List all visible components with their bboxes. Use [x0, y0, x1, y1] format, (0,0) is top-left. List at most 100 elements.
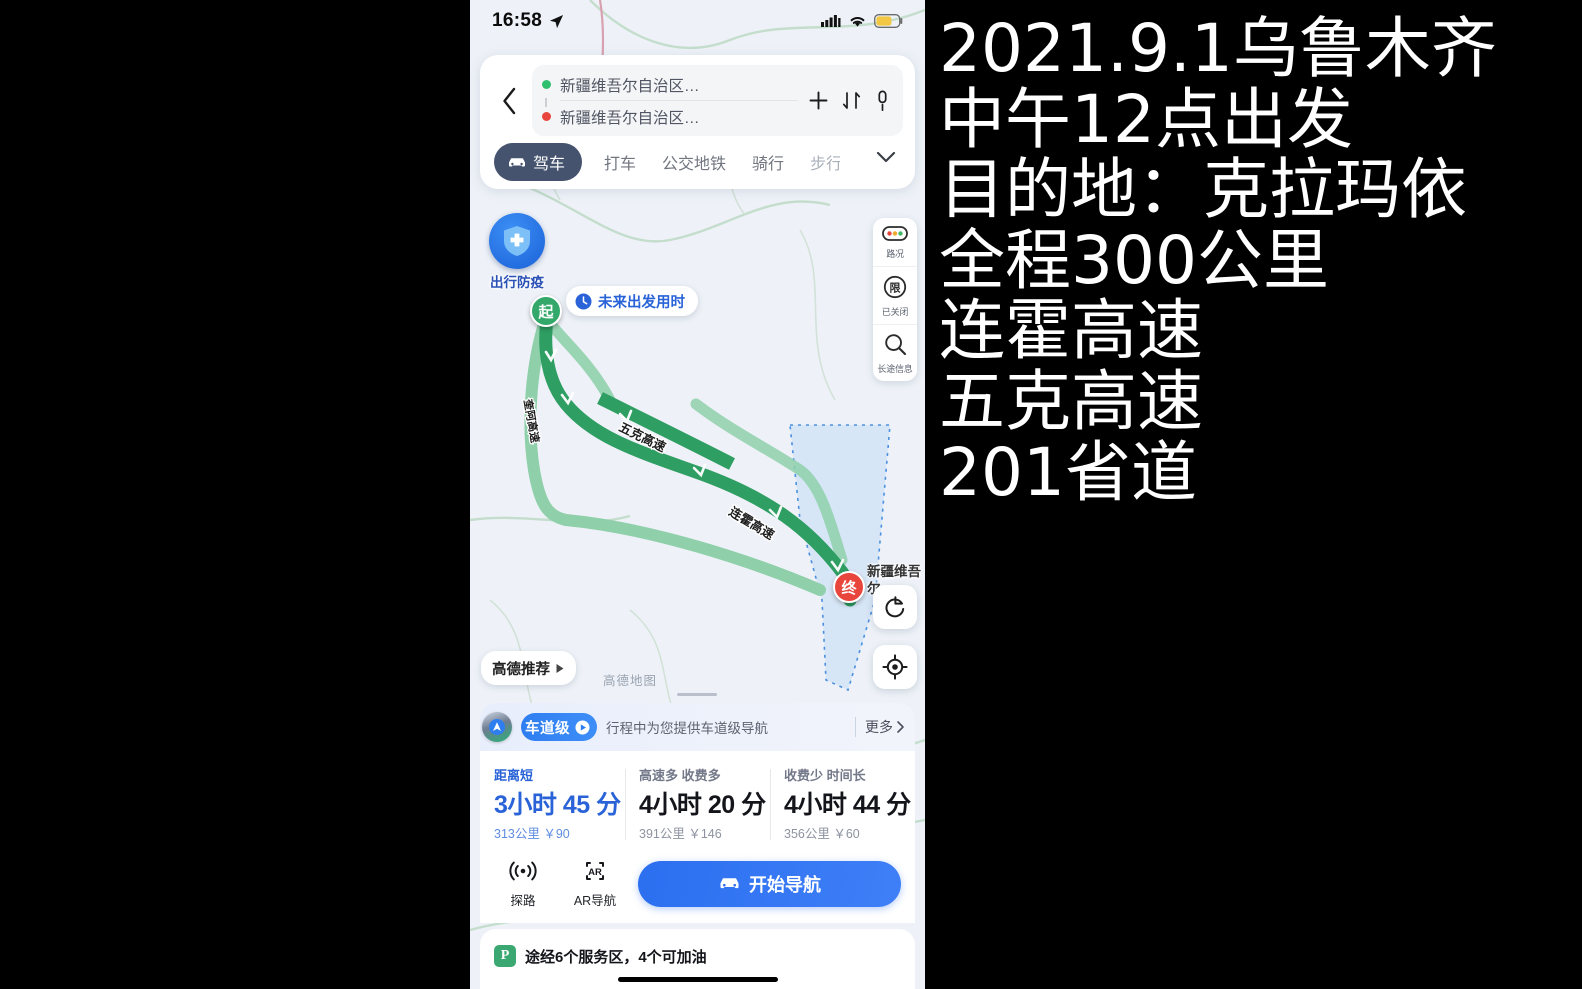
map-tool-longdistance[interactable]: 长途信息 [873, 324, 917, 381]
tab-walking[interactable]: 步行 [810, 144, 840, 180]
status-bar: 16:58 [470, 0, 925, 42]
svg-text:限: 限 [890, 280, 901, 294]
tab-driving[interactable]: 驾车 [494, 143, 583, 181]
annotation-text-panel: 2021.9.1乌鲁木齐 中午12点出发 目的地：克拉玛依 全程300公里 连霍… [925, 0, 1582, 989]
start-dot-icon [542, 80, 551, 89]
location-arrow-icon [550, 14, 564, 28]
broadcast-icon [509, 861, 537, 881]
lane-level-chip[interactable]: 车道级 [521, 713, 597, 741]
battery-low-power-icon [874, 14, 903, 28]
back-button[interactable] [492, 78, 526, 124]
start-point-value: 新疆维吾尔自治区… [560, 77, 700, 95]
tab-driving-label: 驾车 [533, 156, 566, 173]
service-area-info[interactable]: P 途经6个服务区，4个可加油 [480, 929, 915, 989]
map-tool-restriction-label: 已关闭 [881, 307, 909, 317]
note-line-6: 201省道 [939, 433, 1197, 511]
route-option-2-detail: 356公里 ￥60 [784, 827, 860, 841]
cellular-signal-icon [821, 15, 841, 27]
start-navigation-button[interactable]: 开始导航 [638, 860, 901, 907]
refresh-button[interactable] [873, 585, 917, 629]
locate-target-icon [882, 654, 908, 680]
svg-text:AR: AR [588, 867, 602, 878]
traffic-light-icon [882, 226, 908, 241]
field-actions [798, 90, 895, 112]
note-line-0: 2021.9.1乌鲁木齐 [939, 10, 1497, 87]
phone-screenshot: 五克高速 连霍高速 奎阿高速 16:58 新疆维吾尔自治区… 新疆维吾尔自治区…… [470, 0, 925, 989]
swap-arrows-icon[interactable] [842, 90, 861, 111]
note-line-4: 连霍高速 [939, 292, 1203, 370]
route-option-0-detail: 313公里 ￥90 [494, 827, 570, 841]
transport-mode-tabs: 驾车 打车 公交地铁 骑行 步行 [492, 143, 903, 181]
shield-cross-icon [489, 213, 545, 269]
plus-icon[interactable] [808, 90, 829, 111]
amap-watermark: 高德地图 [603, 674, 658, 688]
start-point-field[interactable]: 新疆维吾尔自治区… [542, 69, 798, 100]
status-bar-left: 16:58 [492, 10, 564, 32]
ar-scan-icon: AR [586, 862, 604, 880]
explore-route-button[interactable]: 探路 [494, 858, 552, 909]
play-triangle-icon [556, 663, 564, 673]
chevron-down-icon[interactable] [873, 148, 899, 171]
tab-cycling[interactable]: 骑行 [752, 144, 784, 180]
future-departure-pill[interactable]: 未来出发用时 [566, 286, 698, 316]
map-tool-traffic-label: 路况 [886, 249, 904, 259]
end-point-field[interactable]: 新疆维吾尔自治区… [542, 101, 798, 132]
route-options: 距离短 3小时 45 分 313公里 ￥90 高速多 收费多 4小时 20 分 … [480, 761, 915, 848]
route-option-1-time: 4小时 20 分 [639, 791, 766, 819]
amap-recommend-label: 高德推荐 [492, 661, 550, 678]
future-departure-label: 未来出发用时 [598, 294, 685, 311]
car-icon [720, 878, 739, 889]
amap-recommend-button[interactable]: 高德推荐 [481, 651, 576, 685]
map-tool-traffic[interactable]: 路况 [873, 218, 917, 266]
route-option-2[interactable]: 收费少 时间长 4小时 44 分 356公里 ￥60 [770, 761, 915, 848]
route-options-card: 距离短 3小时 45 分 313公里 ￥90 高速多 收费多 4小时 20 分 … [480, 751, 915, 923]
lane-level-banner[interactable]: 车道级 行程中为您提供车道级导航 更多 [480, 703, 915, 751]
clock-icon [575, 293, 592, 309]
end-point-value: 新疆维吾尔自治区… [560, 109, 700, 127]
route-option-0[interactable]: 距离短 3小时 45 分 313公里 ￥90 [480, 761, 625, 848]
start-marker[interactable]: 起 [530, 295, 562, 327]
microphone-icon[interactable] [874, 90, 891, 112]
route-option-0-tag: 距离短 [494, 768, 534, 783]
route-option-1-tag: 高速多 收费多 [639, 768, 721, 783]
note-line-2: 目的地：克拉玛依 [939, 151, 1467, 229]
route-option-2-tag: 收费少 时间长 [784, 768, 866, 783]
screen-root: 五克高速 连霍高速 奎阿高速 16:58 新疆维吾尔自治区… 新疆维吾尔自治区…… [0, 0, 1582, 989]
locate-button[interactable] [873, 645, 917, 689]
bottom-action-row: 探路 AR AR导航 开始导航 [480, 848, 915, 923]
explore-route-label: 探路 [510, 894, 536, 908]
note-line-3: 全程300公里 [939, 221, 1329, 299]
map-tool-longdistance-label: 长途信息 [877, 364, 913, 374]
endpoint-fields: 新疆维吾尔自治区… 新疆维吾尔自治区… [532, 65, 903, 136]
end-dot-icon [542, 112, 551, 121]
back-chevron-icon [502, 87, 515, 114]
route-option-1[interactable]: 高速多 收费多 4小时 20 分 391公里 ￥146 [625, 761, 770, 848]
epidemic-travel-badge[interactable]: 出行防疫 [484, 213, 550, 291]
note-line-1: 中午12点出发 [939, 80, 1353, 158]
chevron-right-icon [897, 721, 904, 733]
search-row: 新疆维吾尔自治区… 新疆维吾尔自治区… [492, 65, 903, 136]
bottom-sheet: 车道级 行程中为您提供车道级导航 更多 距离短 3小时 45 分 313公里 ￥… [480, 703, 915, 989]
lane-level-chip-label: 车道级 [525, 720, 570, 737]
home-indicator [617, 977, 778, 982]
route-option-0-time: 3小时 45 分 [494, 791, 621, 819]
parking-p-icon: P [494, 945, 516, 967]
status-time: 16:58 [492, 10, 543, 31]
ar-nav-button[interactable]: AR AR导航 [566, 858, 624, 909]
field-connector [545, 98, 547, 107]
start-navigation-label: 开始导航 [749, 874, 821, 895]
car-icon [509, 157, 525, 166]
lane-level-more-button[interactable]: 更多 [855, 717, 906, 737]
map-tool-restriction[interactable]: 限 已关闭 [873, 266, 917, 324]
status-bar-right [821, 14, 903, 28]
end-marker[interactable]: 终 [833, 571, 865, 603]
search-icon [884, 334, 906, 356]
ar-nav-label: AR导航 [573, 894, 617, 908]
sheet-drag-handle[interactable] [677, 693, 717, 696]
tab-transit[interactable]: 公交地铁 [662, 144, 726, 180]
tab-taxi[interactable]: 打车 [604, 144, 636, 180]
lane-nav-icon [482, 712, 512, 742]
endpoint-fields-column: 新疆维吾尔自治区… 新疆维吾尔自治区… [542, 69, 798, 132]
epidemic-badge-label: 出行防疫 [490, 275, 544, 290]
service-area-text: 途经6个服务区，4个可加油 [525, 948, 707, 966]
